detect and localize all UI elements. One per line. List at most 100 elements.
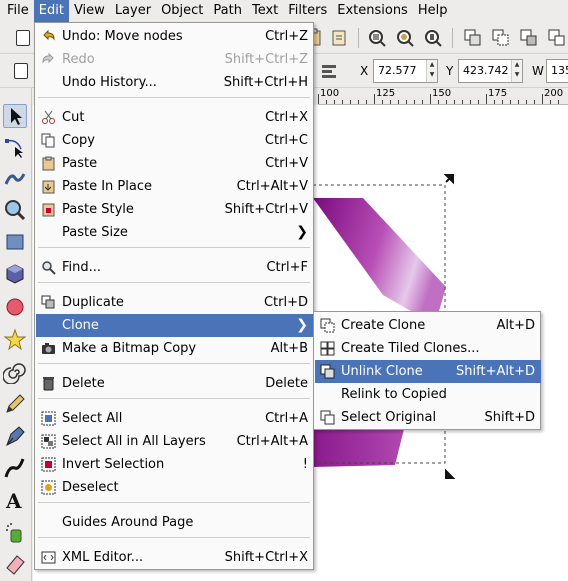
text-tool[interactable]: A [3,488,27,513]
3d-box-tool[interactable] [3,262,27,286]
w-spinbox[interactable]: 135 [546,59,568,83]
menu-filters[interactable]: Filters [283,0,332,22]
menu-item-create-clone[interactable]: Create Clone Alt+D [315,314,541,337]
unlink-clone-toolbar-button[interactable] [518,27,540,49]
menu-edit[interactable]: Edit [33,0,69,22]
invert-selection-icon [41,457,56,472]
x-value: 72.577 [378,64,417,77]
menu-item-relink-to-copied[interactable]: Relink to Copied [315,383,541,406]
spiral-tool[interactable] [2,360,27,385]
y-spinbox[interactable]: 423.742 ▲ ▼ [458,59,523,83]
new-document-button[interactable] [12,27,34,49]
ruler-tick [318,94,319,104]
ruler-tick [414,100,415,104]
align-toolbar-button[interactable] [318,60,340,82]
resize-handle-top-right[interactable] [443,174,454,185]
menu-item-paste-style[interactable]: Paste Style Shift+Ctrl+V [36,198,314,221]
menu-item-cut[interactable]: Cut Ctrl+X [36,106,314,129]
zoom-drawing-button[interactable] [394,27,416,49]
ruler-tick [326,100,327,104]
menu-item-make-bitmap-copy[interactable]: Make a Bitmap Copy Alt+B [36,337,314,360]
select-all-icon [41,411,56,426]
zoom-selection-button[interactable] [366,27,388,49]
menubar: File Edit View Layer Object Path Text Fi… [0,0,568,22]
x-spinbox[interactable]: 72.577 ▲ ▼ [373,59,438,83]
selector-tool[interactable] [3,104,27,128]
menu-object[interactable]: Object [156,0,208,22]
tweak-tool[interactable] [3,166,27,190]
text-icon: A [5,489,22,513]
ruler-tick [334,100,335,104]
menu-item-paste-size[interactable]: Paste Size ❯ [36,221,314,244]
menu-help[interactable]: Help [413,0,453,22]
y-value: 423.742 [463,64,509,77]
menu-item-invert-selection[interactable]: Invert Selection ! [36,453,314,476]
ruler-tick [486,94,487,104]
menu-item-find[interactable]: Find... Ctrl+F [36,256,314,279]
horizontal-ruler[interactable]: 100 125 150 175 200 [318,88,568,105]
menu-item-duplicate[interactable]: Duplicate Ctrl+D [36,291,314,314]
duplicate-toolbar-button[interactable] [462,27,484,49]
calligraphy-icon [4,458,25,478]
menu-layer[interactable]: Layer [110,0,156,22]
menu-item-undo-history[interactable]: Undo History... Shift+Ctrl+H [36,71,314,94]
y-spin-arrows[interactable]: ▲ ▼ [511,60,522,82]
ruler-tick [550,100,551,104]
menu-item-delete[interactable]: Delete Delete [36,372,314,395]
clone-shape-lower[interactable] [313,425,405,467]
menu-item-select-all[interactable]: Select All Ctrl+A [36,407,314,430]
ellipse-icon [6,298,24,316]
menu-item-clone[interactable]: Clone ❯ [36,314,314,337]
resize-handle-bottom-right[interactable] [445,468,456,479]
clipboard-button[interactable] [328,27,350,49]
ruler-tick [470,100,471,104]
menu-text[interactable]: Text [247,0,283,22]
menu-item-paste[interactable]: Paste Ctrl+V [36,152,314,175]
ellipse-tool[interactable] [3,295,27,319]
menu-item-create-tiled-clones[interactable]: Create Tiled Clones... [315,337,541,360]
menu-view[interactable]: View [69,0,110,22]
menu-extensions[interactable]: Extensions [332,0,413,22]
node-tool[interactable] [3,135,27,159]
eraser-tool[interactable] [3,552,27,576]
ruler-tick [526,100,527,104]
ruler-tick [542,94,543,104]
ruler-label: 200 [544,88,564,99]
select-original-toolbar-button[interactable] [546,27,568,49]
menu-item-copy[interactable]: Copy Ctrl+C [36,129,314,152]
ruler-tick [494,100,495,104]
menu-file[interactable]: File [2,0,34,22]
menu-item-undo[interactable]: Undo: Move nodes Ctrl+Z [36,25,314,48]
pencil-tool[interactable] [3,392,27,416]
zoom-page-button[interactable] [422,27,444,49]
zoom-tool[interactable] [3,198,27,222]
menu-item-paste-in-place[interactable]: Paste In Place Ctrl+Alt+V [36,175,314,198]
duplicate-icon [41,295,55,309]
menu-item-guides-around-page[interactable]: Guides Around Page [36,511,314,534]
calligraphy-tool[interactable] [3,456,27,480]
clone-shape-upper[interactable] [313,198,446,325]
menu-item-xml-editor[interactable]: XML Editor... Shift+Ctrl+X [36,546,314,569]
document-properties-button[interactable] [10,60,32,82]
undo-icon [43,29,55,41]
clone-icon [492,29,509,46]
spray-tool[interactable] [3,520,27,544]
zoom-selection-icon [369,30,386,47]
pencil-icon [6,394,25,413]
star-icon [3,328,27,351]
menu-path[interactable]: Path [208,0,247,22]
ruler-tick [382,100,383,104]
toolbar-separator [358,28,359,48]
align-icon [322,65,336,78]
rectangle-tool[interactable] [3,230,27,254]
menu-item-select-original[interactable]: Select Original Shift+D [315,406,541,429]
star-tool[interactable] [3,328,27,352]
menu-item-unlink-clone[interactable]: Unlink Clone Shift+Alt+D [315,360,541,383]
select-original-icon [320,410,335,425]
ruler-tick [502,100,503,104]
clone-toolbar-button[interactable] [490,27,512,49]
menu-item-select-all-layers[interactable]: Select All in All Layers Ctrl+Alt+A [36,430,314,453]
pen-tool[interactable] [3,424,27,448]
menu-item-deselect[interactable]: Deselect [36,476,314,499]
x-spin-arrows[interactable]: ▲ ▼ [426,60,437,82]
